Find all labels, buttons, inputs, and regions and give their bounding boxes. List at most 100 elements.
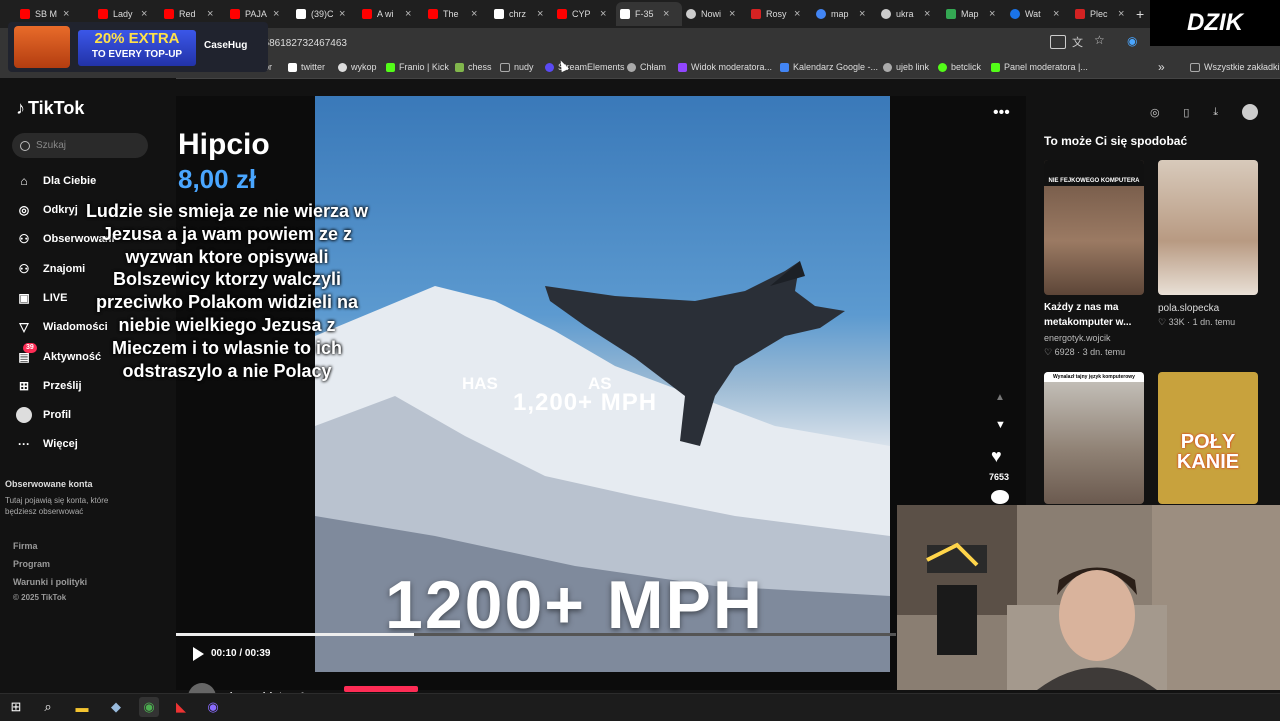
youtube-icon [428, 9, 438, 19]
tab-close-icon[interactable]: × [924, 8, 930, 20]
chrome-icon[interactable]: ◉ [139, 697, 159, 717]
recommended-video-thumbnail[interactable]: NIE FEJKOWEGO KOMPUTERA [1044, 160, 1144, 295]
recommended-video-thumbnail[interactable] [1158, 160, 1258, 295]
play-icon[interactable] [190, 646, 206, 662]
casehug-ad-banner[interactable]: 20% EXTRA TO EVERY TOP-UP CaseHug [8, 22, 268, 72]
tiktok-icon [620, 9, 630, 19]
bookmark-item[interactable]: Panel moderatora |... [991, 59, 1088, 75]
tab-close-icon[interactable]: × [600, 8, 606, 20]
browser-tab-active[interactable]: F-35 × [616, 2, 682, 26]
bookmark-item[interactable]: Franio | Kick [386, 59, 449, 75]
nav-item-wiecej[interactable]: ··· Więcej [16, 434, 78, 454]
browser-tab[interactable]: CYP × [557, 2, 613, 26]
follow-button[interactable] [344, 686, 418, 692]
bookmark-label: Widok moderatora... [691, 62, 773, 72]
bookmark-item[interactable]: chess [455, 59, 492, 75]
bookmark-folder[interactable]: nudy [500, 59, 534, 75]
tab-close-icon[interactable]: × [339, 8, 345, 20]
tab-label: ukra [896, 9, 914, 19]
footer-link[interactable]: Program [13, 559, 50, 569]
previous-video-icon[interactable]: ▲ [995, 392, 1005, 403]
browser-tab[interactable]: (39)C × [296, 2, 352, 26]
tab-close-icon[interactable]: × [141, 8, 147, 20]
next-video-icon[interactable]: ▼ [995, 419, 1006, 431]
bookmark-item[interactable]: wykop [338, 59, 377, 75]
nav-item-live[interactable]: ▣ LIVE [16, 288, 67, 308]
heart-icon[interactable]: ♥ [991, 446, 1002, 467]
browser-tab[interactable]: A wi × [362, 2, 418, 26]
browser-tab[interactable]: ukra × [881, 2, 937, 26]
app-icon[interactable]: ◣ [171, 697, 191, 717]
compass-icon[interactable]: ◎ [1150, 106, 1160, 119]
comment-icon[interactable] [991, 490, 1009, 504]
browser-tab[interactable]: Map × [946, 2, 1002, 26]
address-bar[interactable]: 1586182732467463 [258, 33, 1118, 51]
bookmark-item[interactable]: betclick [938, 59, 981, 75]
bookmark-item[interactable]: twitter [288, 59, 325, 75]
tab-close-icon[interactable]: × [1053, 8, 1059, 20]
bookmark-item[interactable]: Chłam [627, 59, 666, 75]
bookmark-star-icon[interactable]: ☆ [1094, 33, 1105, 47]
bookmark-item[interactable]: ujeb link [883, 59, 929, 75]
video-player[interactable]: HAS AS 1,200+ MPH 1200+ MPH [315, 96, 890, 672]
bookmark-item[interactable]: Widok moderatora... [678, 59, 772, 75]
nav-item-profil[interactable]: Profil [16, 405, 71, 425]
recommended-video-thumbnail[interactable]: Wynalazł tajny język komputerowy [1044, 372, 1144, 504]
tab-close-icon[interactable]: × [471, 8, 477, 20]
translate-icon[interactable]: 文 [1072, 34, 1083, 50]
more-options-icon[interactable]: ••• [993, 104, 1010, 122]
phone-icon[interactable]: ▯ [1183, 106, 1189, 119]
browser-tab[interactable]: chrz × [494, 2, 550, 26]
install-app-icon[interactable] [1050, 35, 1066, 49]
browser-tab[interactable]: Rosy × [751, 2, 807, 26]
browser-tab[interactable]: map × [816, 2, 872, 26]
globe-icon [881, 9, 891, 19]
streamelements-icon [545, 62, 554, 72]
app-icon[interactable]: ◆ [106, 697, 126, 717]
video-caption: 1,200+ MPH [513, 389, 658, 416]
browser-tab[interactable]: Wat × [1010, 2, 1066, 26]
recommended-video-author[interactable]: energotyk.wojcik [1044, 333, 1111, 343]
tab-close-icon[interactable]: × [1118, 8, 1124, 20]
nav-item-znajomi[interactable]: ⚇ Znajomi [16, 259, 86, 279]
avatar[interactable] [1241, 104, 1258, 120]
search-icon[interactable]: ⌕ [38, 697, 58, 717]
recommended-video-author[interactable]: pola.slopecka [1158, 303, 1219, 314]
stream-brand-logo: DZIK [1150, 0, 1280, 46]
file-explorer-icon[interactable]: ▬ [72, 697, 92, 717]
browser-tab[interactable]: Plec × [1075, 2, 1131, 26]
notification-badge: 39 [23, 343, 37, 353]
search-input[interactable]: Szukaj [12, 133, 148, 158]
new-tab-button[interactable]: + [1136, 2, 1148, 26]
tab-close-icon[interactable]: × [537, 8, 543, 20]
tab-close-icon[interactable]: × [63, 8, 69, 20]
treasure-chest-icon [14, 26, 70, 68]
tab-close-icon[interactable]: × [729, 8, 735, 20]
browser-tab[interactable]: The × [428, 2, 484, 26]
tiktok-logo[interactable]: ♪ TikTok [16, 98, 84, 119]
nav-item-odkryj[interactable]: ◎ Odkryj [16, 200, 78, 220]
recommended-video-thumbnail[interactable]: POŁY KANIE [1158, 372, 1258, 504]
url-text[interactable]: 1586182732467463 [258, 38, 347, 49]
tab-close-icon[interactable]: × [207, 8, 213, 20]
footer-link[interactable]: Firma [13, 541, 38, 551]
footer-link[interactable]: Warunki i polityki [13, 577, 87, 587]
tab-close-icon[interactable]: × [989, 8, 995, 20]
tab-close-icon[interactable]: × [663, 8, 669, 20]
video-progress-bar[interactable] [176, 633, 896, 636]
nav-item-dla-ciebie[interactable]: ⌂ Dla Ciebie [16, 171, 96, 191]
tab-close-icon[interactable]: × [273, 8, 279, 20]
windows-start-icon[interactable]: ⊞ [6, 697, 26, 717]
nav-item-przeslij[interactable]: ⊞ Prześlij [16, 376, 82, 396]
tab-close-icon[interactable]: × [794, 8, 800, 20]
bookmarks-overflow-button[interactable]: » [1158, 59, 1165, 75]
obs-icon[interactable]: ◉ [203, 697, 223, 717]
all-bookmarks-folder[interactable]: Wszystkie zakładki [1190, 59, 1280, 75]
tab-close-icon[interactable]: × [405, 8, 411, 20]
recommended-video-caption[interactable]: Każdy z nas ma metakomputer w... [1044, 300, 1148, 330]
extension-icon[interactable]: ◉ [1127, 34, 1137, 48]
tab-close-icon[interactable]: × [859, 8, 865, 20]
bookmark-item[interactable]: Kalendarz Google -... [780, 59, 878, 75]
download-icon[interactable]: ⤓ [1213, 106, 1218, 119]
browser-tab[interactable]: Nowi × [686, 2, 744, 26]
